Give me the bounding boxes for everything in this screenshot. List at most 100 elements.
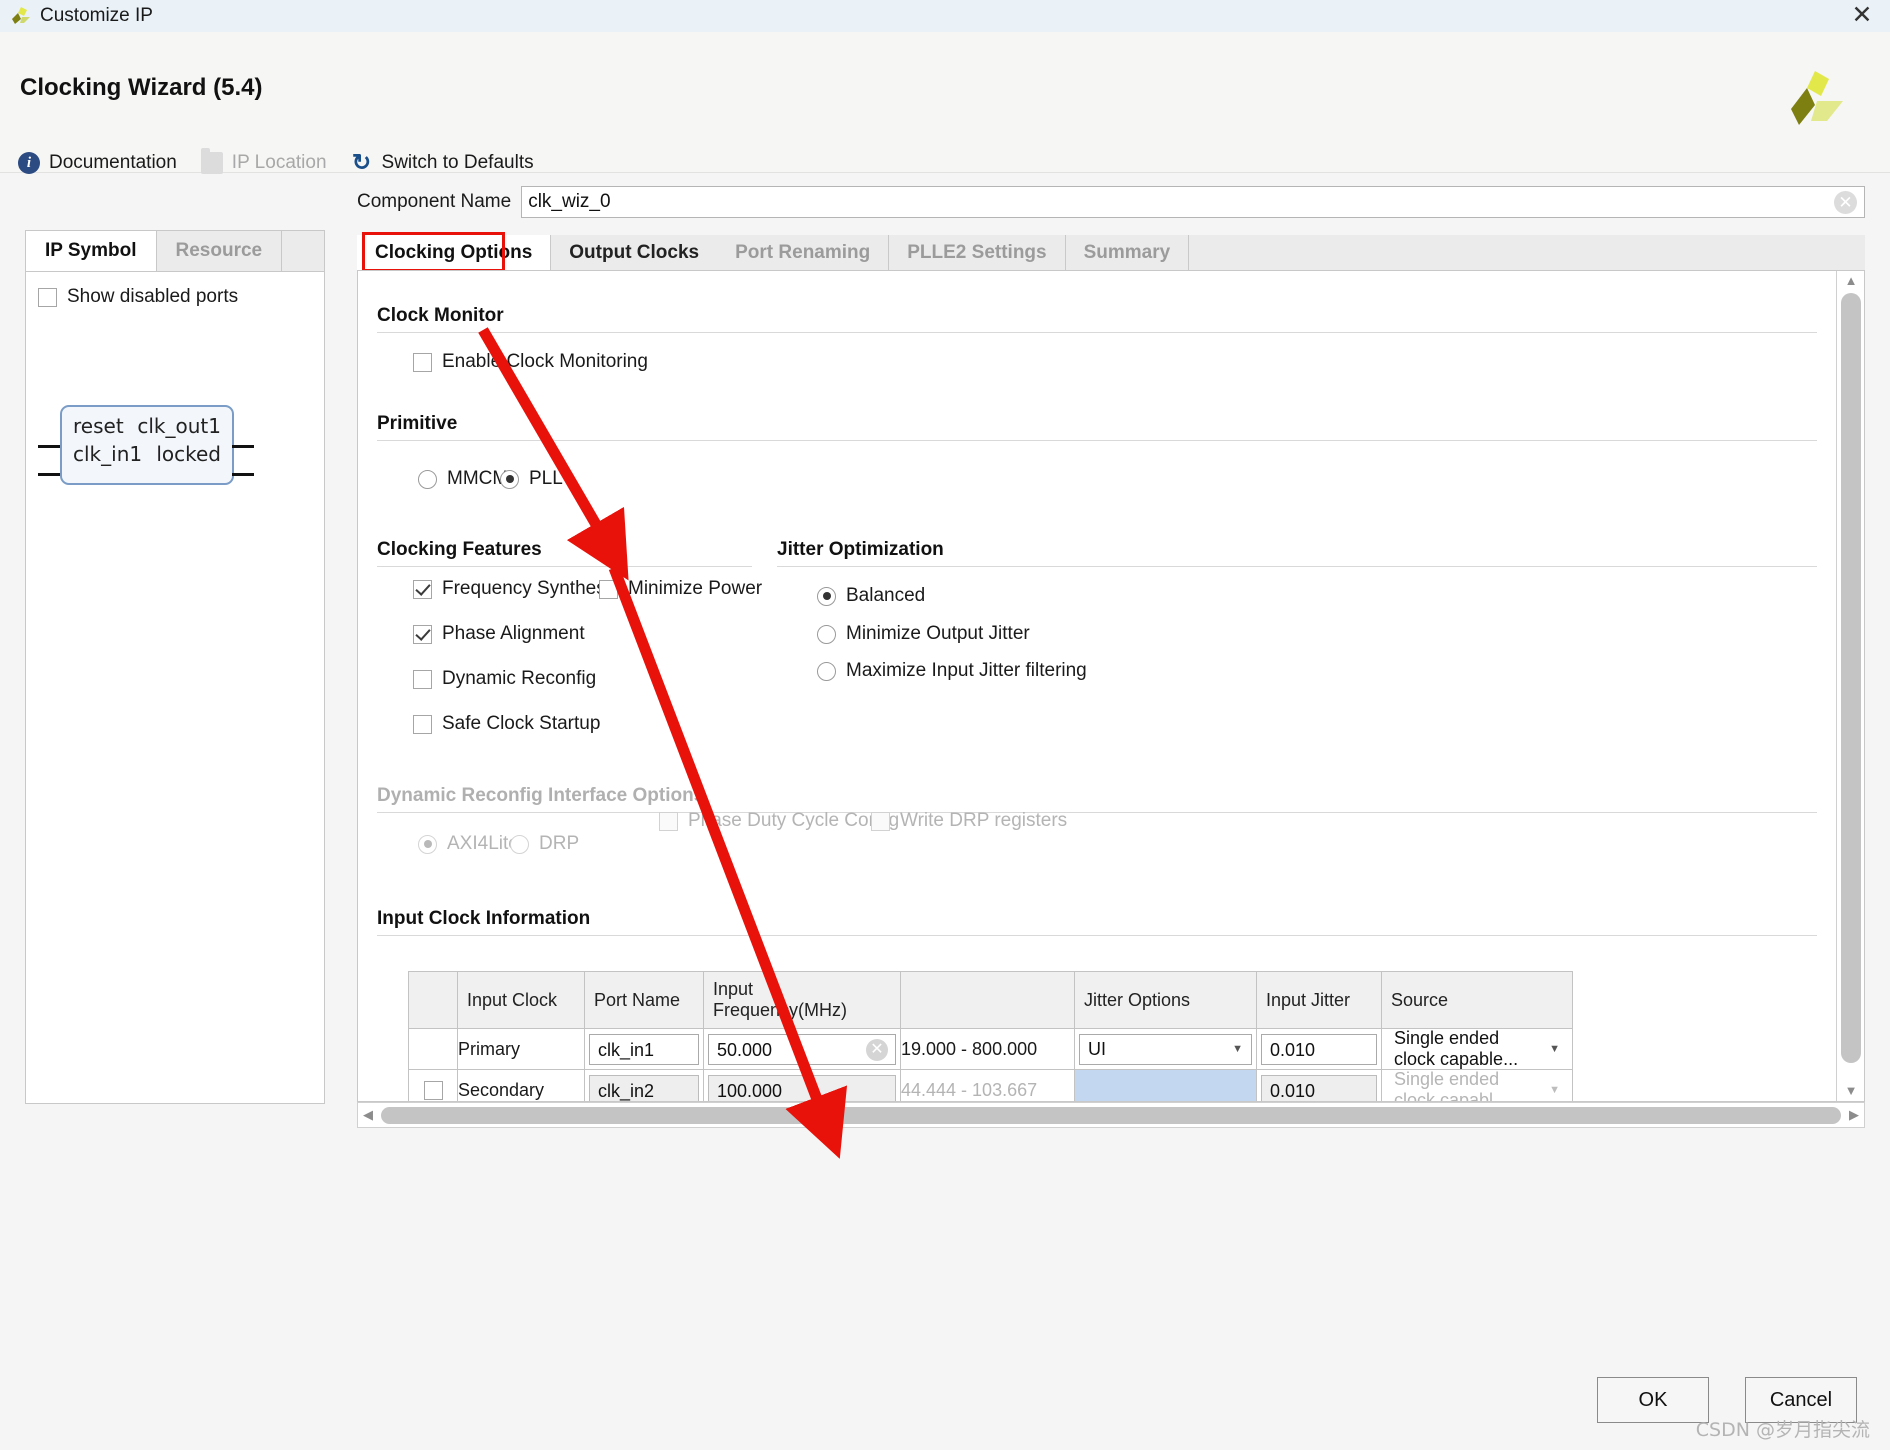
show-disabled-ports-label: Show disabled ports [67, 286, 239, 307]
component-name-input[interactable] [521, 186, 1865, 218]
show-disabled-ports-checkbox[interactable]: Show disabled ports [38, 286, 324, 308]
row-primary-frequency-cell: 50.000 ✕ [703, 1028, 901, 1070]
jitter-radio-minimize-output-jitter[interactable]: Minimize Output Jitter [817, 623, 1030, 645]
primitive-pll-label: PLL [529, 468, 563, 489]
row-primary-input-jitter-cell: 0.010 [1256, 1028, 1382, 1070]
feature-safe-clock-startup[interactable]: Safe Clock Startup [413, 713, 600, 735]
phase-alignment-box [413, 624, 432, 644]
main-tab-bar: Clocking Options Output Clocks Port Rena… [357, 232, 1865, 272]
switch-to-defaults-button[interactable]: ↻ Switch to Defaults [351, 151, 534, 174]
primary-source-select[interactable]: Single ended clock capable... ▼ [1386, 1028, 1568, 1069]
enable-clock-monitoring-checkbox[interactable]: Enable Clock Monitoring [413, 351, 648, 373]
tab-clocking-options-label: Clocking Options [375, 242, 533, 263]
maximize-input-jitter-radio [817, 661, 836, 681]
tab-plle2-settings-label: PLLE2 Settings [907, 242, 1047, 263]
symbol-port-locked: locked [156, 442, 221, 466]
feature-frequency-synthesis[interactable]: Frequency Synthesis [413, 578, 619, 600]
xilinx-logo-icon [10, 7, 32, 25]
col-jitter-options: Jitter Options [1074, 971, 1257, 1029]
documentation-button[interactable]: i Documentation [18, 152, 177, 174]
scroll-right-icon[interactable]: ▶ [1844, 1107, 1864, 1123]
primary-frequency-clear-icon[interactable]: ✕ [866, 1038, 888, 1061]
reconfig-radio-axi4lite[interactable]: AXI4Lite [418, 833, 519, 855]
scroll-down-icon[interactable]: ▼ [1837, 1081, 1864, 1101]
jitter-radio-balanced[interactable]: Balanced [817, 585, 925, 607]
row-secondary-input-jitter-cell: 0.010 [1256, 1069, 1382, 1101]
row-secondary-input-clock: Secondary [457, 1069, 585, 1101]
xilinx-brand-logo-icon [1783, 67, 1845, 129]
minimize-output-jitter-label: Minimize Output Jitter [846, 623, 1030, 644]
vertical-scroll-thumb[interactable] [1841, 293, 1861, 1063]
scroll-up-icon[interactable]: ▲ [1837, 271, 1864, 291]
reconfig-radio-drp[interactable]: DRP [510, 833, 579, 855]
write-drp-registers-box [871, 811, 890, 831]
symbol-pin-reset-wire [38, 445, 60, 448]
clocking-options-pane: Clock Monitor Enable Clock Monitoring Pr… [357, 270, 1865, 1102]
secondary-input-jitter-input[interactable]: 0.010 [1261, 1074, 1377, 1101]
primitive-radio-mmcm[interactable]: MMCM [418, 468, 508, 490]
secondary-input-frequency-input[interactable]: 100.000 [708, 1074, 896, 1101]
ok-button[interactable]: OK [1597, 1377, 1709, 1423]
drp-label: DRP [539, 833, 580, 854]
col-input-jitter: Input Jitter [1256, 971, 1382, 1029]
tab-resource[interactable]: Resource [157, 231, 283, 271]
input-clock-information-table: Input Clock Port Name Input Frequency(MH… [408, 971, 1573, 1101]
feature-dynamic-reconfig[interactable]: Dynamic Reconfig [413, 668, 596, 690]
clear-icon[interactable]: ✕ [1834, 191, 1857, 214]
row-secondary-frequency-cell: 100.000 [703, 1069, 901, 1101]
switch-to-defaults-label: Switch to Defaults [381, 152, 534, 173]
component-name-row: Component Name ✕ [357, 186, 1865, 218]
content-vertical-scrollbar[interactable]: ▲ ▼ [1836, 271, 1864, 1101]
col-range [900, 971, 1075, 1029]
row-secondary-jitter-options-cell[interactable] [1074, 1069, 1257, 1101]
content-horizontal-scrollbar[interactable]: ◀ ▶ [357, 1102, 1865, 1128]
tab-output-clocks-label: Output Clocks [569, 242, 700, 263]
ip-location-button[interactable]: IP Location [200, 148, 327, 174]
tab-ip-symbol[interactable]: IP Symbol [26, 231, 157, 271]
axi4lite-label: AXI4Lite [447, 833, 519, 854]
documentation-label: Documentation [49, 152, 177, 173]
row-primary-enable-cell [408, 1028, 458, 1070]
tab-output-clocks[interactable]: Output Clocks [551, 235, 717, 271]
balanced-radio [817, 586, 836, 606]
jitter-radio-maximize-input-jitter[interactable]: Maximize Input Jitter filtering [817, 660, 1087, 682]
ip-symbol-panel: IP Symbol Resource Show disabled ports [25, 230, 325, 1104]
primitive-radio-pll[interactable]: PLL [500, 468, 563, 490]
tab-ip-symbol-label: IP Symbol [45, 240, 137, 261]
minimize-power-label: Minimize Power [628, 578, 763, 599]
primary-jitter-options-select[interactable]: UI ▼ [1079, 1033, 1252, 1065]
secondary-enable-checkbox[interactable] [423, 1080, 443, 1100]
col-input-frequency: Input Frequency(MHz) [703, 971, 901, 1029]
row-primary-input-clock: Primary [457, 1028, 585, 1070]
phase-duty-cycle-config-label: Phase Duty Cycle Config [688, 810, 900, 831]
secondary-port-name-input[interactable]: clk_in2 [589, 1074, 699, 1101]
watermark-text: CSDN @岁月指尖流 [1695, 1419, 1870, 1441]
chevron-down-icon: ▼ [1549, 1084, 1560, 1096]
reconfig-check-write-drp-registers[interactable]: Write DRP registers [871, 810, 1067, 832]
reconfig-check-phase-duty-cycle[interactable]: Phase Duty Cycle Config [659, 810, 899, 832]
tab-clocking-options[interactable]: Clocking Options [357, 235, 552, 271]
tab-summary[interactable]: Summary [1066, 235, 1190, 271]
scroll-left-icon[interactable]: ◀ [358, 1107, 378, 1123]
primary-input-frequency-input[interactable]: 50.000 ✕ [708, 1033, 896, 1065]
close-icon[interactable]: ✕ [1834, 0, 1890, 31]
tab-port-renaming[interactable]: Port Renaming [717, 235, 890, 271]
primary-port-name-input[interactable]: clk_in1 [589, 1033, 699, 1065]
write-drp-registers-label: Write DRP registers [900, 810, 1068, 831]
window-title: Customize IP [40, 5, 153, 26]
horizontal-scroll-thumb[interactable] [381, 1106, 1841, 1124]
row-secondary-enable-cell [408, 1069, 458, 1101]
primary-input-jitter-input[interactable]: 0.010 [1261, 1033, 1377, 1065]
dialog-header: Clocking Wizard (5.4) i Documentation IP… [0, 32, 1890, 174]
feature-minimize-power[interactable]: Minimize Power [599, 578, 762, 600]
tab-plle2-settings[interactable]: PLLE2 Settings [889, 235, 1066, 271]
secondary-source-select[interactable]: Single ended clock capabl... ▼ [1386, 1069, 1568, 1101]
feature-phase-alignment[interactable]: Phase Alignment [413, 623, 585, 645]
col-input-clock: Input Clock [457, 971, 585, 1029]
dynamic-reconfig-box [413, 669, 432, 689]
divider-input-clock-information [377, 935, 1817, 936]
row-secondary-port-name-cell: clk_in2 [584, 1069, 704, 1101]
drp-radio [510, 834, 529, 854]
ip-location-label: IP Location [231, 152, 327, 173]
phase-duty-cycle-config-box [659, 811, 678, 831]
